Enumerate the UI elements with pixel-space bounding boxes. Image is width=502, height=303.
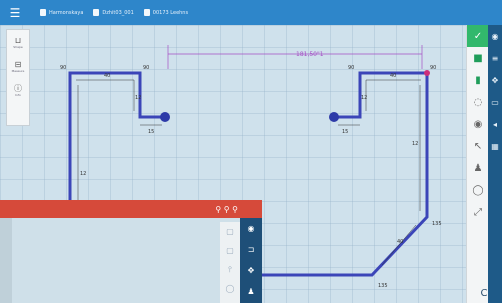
person-icon (40, 9, 46, 16)
dim-label: 40 (390, 73, 396, 79)
crumb-label: Harmonskaya (49, 9, 84, 16)
cursor-icon[interactable]: ↖ (467, 135, 489, 157)
top-bar: ☰ Harmonskaya Dzhit03_001 00173 Leehns (0, 0, 502, 25)
far-right-rail: ◉ ≡ ✥ ▭ ◂ ▦ (488, 25, 502, 303)
phone-top-bar: ⚲ ⚲ ⚲ (0, 200, 262, 218)
circle-icon[interactable]: ◯ (220, 279, 240, 298)
dim-label: 15 (342, 129, 348, 135)
check-icon[interactable]: ✓ (467, 25, 489, 47)
dim-label: 12 (135, 95, 141, 101)
c-icon[interactable]: C (466, 283, 502, 303)
top-dimension (167, 45, 423, 69)
eye-icon[interactable]: ◉ (488, 25, 502, 47)
crumb-3[interactable]: 00173 Leehns (143, 9, 189, 16)
save-icon[interactable]: ■ (467, 47, 489, 69)
crumb-2[interactable]: Dzhit03_001 (93, 9, 134, 16)
angle-label: 135 (378, 283, 388, 289)
square-icon[interactable]: ▢ (220, 222, 240, 241)
dim-label: 12 (412, 141, 418, 147)
bracket-icon[interactable]: ⊐ (240, 239, 262, 260)
right-end-node[interactable] (329, 112, 339, 122)
phone-edge (0, 218, 12, 303)
person-icon[interactable]: ♟ (240, 281, 262, 302)
tools-icon[interactable]: ⚲ ⚲ ⚲ (215, 205, 238, 214)
rect-icon[interactable]: ▭ (488, 91, 502, 113)
dimension-text: 181,50"1 (296, 51, 324, 58)
eye-icon[interactable]: ◉ (240, 218, 262, 239)
phone-overlay: ⚲ ⚲ ⚲ ▢ ▢ ⫯ ◯ ◉ ⊐ ✥ ♟ (0, 200, 262, 303)
grid-icon[interactable]: ▦ (488, 135, 502, 157)
angle-label: 90 (348, 65, 354, 71)
dim-label: 40 (104, 73, 110, 79)
left-end-node[interactable] (160, 112, 170, 122)
crumb-label: 00173 Leehns (152, 9, 189, 16)
document-icon (93, 9, 100, 16)
angle-label: 90 (430, 65, 436, 71)
eye-icon[interactable]: ◉ (467, 113, 489, 135)
book-icon[interactable]: ▮ (467, 69, 489, 91)
ring-icon[interactable]: ◌ (467, 91, 489, 113)
angle-label: 90 (143, 65, 149, 71)
back-icon[interactable]: ◂ (488, 113, 502, 135)
move-icon[interactable]: ✥ (488, 69, 502, 91)
crumb-label: Dzhit03_001 (102, 9, 134, 16)
dim-label: 40 (397, 239, 403, 245)
move-icon[interactable]: ✥ (240, 260, 262, 281)
thermo-icon[interactable]: ⫯ (220, 260, 240, 279)
dim-label: 15 (148, 129, 154, 135)
right-toolbar: ✓ ■ ▮ ◌ ◉ ↖ ♟ ◯ ⤢ (466, 25, 489, 303)
dim-label: 12 (80, 171, 86, 177)
hamburger-icon[interactable]: ☰ (0, 6, 30, 20)
square-icon[interactable]: ▢ (220, 241, 240, 260)
flag-icon (143, 9, 150, 16)
oval-icon[interactable]: ◯ (467, 179, 489, 201)
phone-tools: ▢ ▢ ⫯ ◯ (220, 222, 240, 303)
person-icon[interactable]: ♟ (467, 157, 489, 179)
crumb-1[interactable]: Harmonskaya (40, 9, 83, 16)
right-bend-line (238, 71, 429, 303)
expand-icon[interactable]: ⤢ (467, 201, 489, 223)
dim-label: 12 (361, 95, 367, 101)
angle-label: 135 (432, 221, 442, 227)
list-icon[interactable]: ≡ (488, 47, 502, 69)
phone-rail: ◉ ⊐ ✥ ♟ (240, 218, 262, 303)
angle-label: 90 (60, 65, 66, 71)
